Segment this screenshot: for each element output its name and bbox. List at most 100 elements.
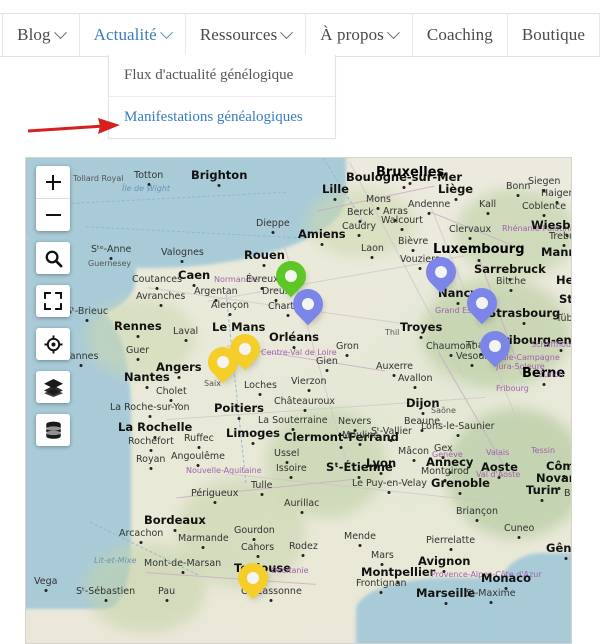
nav-item-coaching[interactable]: Coaching xyxy=(412,14,508,56)
map-city-dot xyxy=(165,599,169,602)
map-city-dot xyxy=(468,237,472,240)
data-control-group xyxy=(36,414,70,446)
map-city-dot xyxy=(542,383,546,386)
page-root: Blog Actualité Ressources À propos Coach… xyxy=(0,0,600,644)
map-city-dot xyxy=(516,194,520,197)
map-city-dot xyxy=(237,417,241,420)
map-city-label: Périgueux xyxy=(191,488,238,504)
map-city-label: Brighton xyxy=(191,168,247,187)
map-city-label: Lille xyxy=(322,182,349,201)
map-city-label: Coblence xyxy=(522,201,566,217)
map-city-label: Tulle xyxy=(251,480,273,496)
map-city-label: Vega xyxy=(34,576,57,592)
map-city-label: Loches xyxy=(244,380,277,396)
map-city-label: Avallon xyxy=(398,373,433,389)
map-city-dot xyxy=(85,319,89,322)
marker-hole xyxy=(302,297,314,310)
main-navigation: Blog Actualité Ressources À propos Coach… xyxy=(0,13,600,57)
map-city-dot xyxy=(419,336,423,339)
map-city-label: Lit-et-Mixe xyxy=(94,556,137,565)
map-city-label: Cahors xyxy=(241,542,274,558)
map-city-label: Kall xyxy=(479,199,496,215)
map-marker-yellow[interactable] xyxy=(223,327,267,376)
map-city-label: Avignon xyxy=(418,554,470,573)
map-city-label: Gênes xyxy=(546,541,571,560)
map-city-label: Stuttgart xyxy=(559,292,571,306)
nav-item-a-propos[interactable]: À propos xyxy=(306,14,413,56)
genealogy-events-map[interactable]: Tollard Royal Totton Brighton Boulogne-sur-… xyxy=(25,157,572,644)
map-city-dot xyxy=(301,554,305,557)
map-city-label: La Roche-sur-Yon xyxy=(110,402,190,418)
map-city-label: Grenoble xyxy=(431,476,490,495)
map-marker-yellow[interactable] xyxy=(231,556,275,605)
dropdown-item-manifestations[interactable]: Manifestations généalogiques xyxy=(109,97,335,138)
map-city-dot xyxy=(370,256,374,259)
map-city-dot xyxy=(449,548,453,551)
nav-item-label: Ressources xyxy=(199,25,278,44)
map-city-dot xyxy=(358,443,362,446)
dropdown-item-flux-actualite[interactable]: Flux d'actualité génélogique xyxy=(109,55,335,97)
map-city-dot xyxy=(180,260,184,263)
map-data-button[interactable] xyxy=(36,414,70,446)
map-city-dot xyxy=(251,442,255,445)
chevron-down-icon xyxy=(387,25,400,39)
map-city-label: Totton xyxy=(134,170,163,186)
map-city-label: Lons-le-Saunier xyxy=(421,421,495,437)
map-city-label: Orléans xyxy=(269,330,319,349)
map-city-dot xyxy=(475,519,479,522)
map-city-label: Siegen xyxy=(528,176,560,192)
map-city-label: Ruffec xyxy=(184,433,214,449)
map-city-label: Mannheim xyxy=(541,245,571,259)
map-city-label: Sᵗ-Brieuc xyxy=(66,306,108,322)
map-marker-blue[interactable] xyxy=(286,282,330,331)
map-marker-blue[interactable] xyxy=(419,250,463,299)
nav-item-ressources[interactable]: Ressources xyxy=(185,14,307,56)
zoom-out-button[interactable] xyxy=(36,198,70,231)
map-city-label: Trebur xyxy=(549,231,571,247)
map-city-label: Le Mans xyxy=(212,320,265,339)
map-city-dot xyxy=(454,198,458,201)
map-city-dot xyxy=(379,591,383,594)
map-city-dot xyxy=(392,374,396,377)
nav-item-boutique[interactable]: Boutique xyxy=(507,14,600,56)
map-city-dot xyxy=(289,476,293,479)
marker-hole xyxy=(239,342,251,355)
chevron-down-icon xyxy=(280,25,294,39)
map-city-dot xyxy=(201,546,205,549)
map-city-label: Alençon xyxy=(211,300,249,316)
map-city-label: Mons xyxy=(366,194,391,210)
map-city-label: Poitiers xyxy=(214,401,264,420)
map-city-dot xyxy=(470,364,474,367)
map-city-label: Gourdon xyxy=(234,525,275,541)
fullscreen-button[interactable] xyxy=(36,285,70,317)
zoom-in-button[interactable] xyxy=(36,166,70,198)
map-city-label: Broni xyxy=(564,488,571,499)
marker-hole xyxy=(489,339,501,352)
map-city-label: Pierrelatte xyxy=(426,535,475,551)
map-city-dot xyxy=(217,184,221,187)
map-city-label: Royan xyxy=(136,454,165,470)
map-city-dot xyxy=(456,302,460,305)
map-city-dot xyxy=(136,358,140,361)
map-marker-blue[interactable] xyxy=(473,324,517,373)
map-layers-button[interactable] xyxy=(36,371,70,403)
locate-me-button[interactable] xyxy=(36,328,70,360)
map-city-dot xyxy=(44,589,48,592)
map-city-dot xyxy=(379,472,383,475)
nav-item-actualite[interactable]: Actualité xyxy=(79,14,186,56)
layers-control-group xyxy=(36,371,70,403)
map-city-label: Gien xyxy=(316,356,338,372)
map-city-dot xyxy=(271,231,275,234)
map-city-dot xyxy=(159,304,163,307)
map-city-label: Frontignan xyxy=(356,578,407,594)
fullscreen-icon xyxy=(44,292,62,310)
map-search-button[interactable] xyxy=(36,242,70,274)
map-city-label: Guernesey xyxy=(88,259,132,268)
map-city-dot xyxy=(357,234,361,237)
map-city-dot xyxy=(145,386,149,389)
map-city-dot xyxy=(559,349,563,352)
map-marker-blue[interactable] xyxy=(460,281,504,330)
nav-item-blog[interactable]: Blog xyxy=(3,14,80,56)
map-canvas[interactable]: Tollard Royal Totton Brighton Boulogne-sur-… xyxy=(26,158,571,643)
map-city-dot xyxy=(300,511,304,514)
